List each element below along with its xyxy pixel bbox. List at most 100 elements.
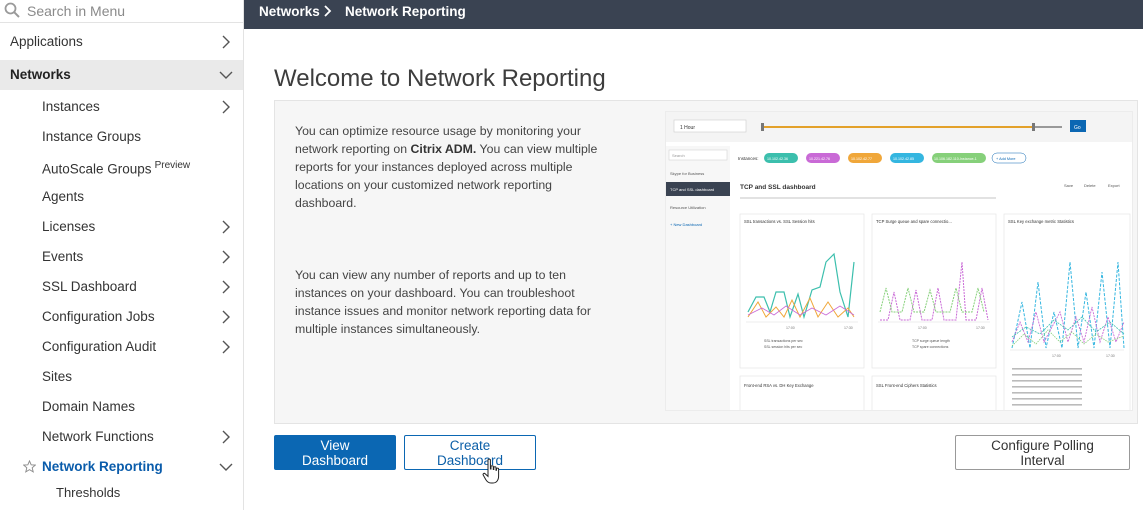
preview-range-text: 1 Hour (680, 125, 695, 131)
chevron-right-icon (222, 100, 230, 114)
sidebar-item-autoscale-groups[interactable]: AutoScale Groups Preview (0, 153, 243, 183)
sidebar-item-thresholds[interactable]: Thresholds (0, 478, 243, 508)
sidebar-item-label: Applications (10, 34, 83, 49)
sidebar-item-label: Instance Groups (42, 129, 142, 144)
preview-nav-text: Resource Utilization (670, 205, 706, 210)
preview-nav-text: TCP and SSL dashboard (670, 187, 714, 192)
preview-chart-title: SSL Front-end Ciphers Statistics (876, 383, 937, 388)
sidebar-item-label-wrap: AutoScale Groups Preview (42, 160, 190, 177)
sidebar-item-label: Domain Names (42, 399, 136, 414)
preview-legend: SSL session hits per sec (764, 345, 802, 349)
create-dashboard-button[interactable]: Create Dashboard (404, 435, 536, 470)
preview-legend: SSL transactions per sec (764, 339, 803, 343)
menu-search (0, 0, 243, 23)
breadcrumb: Networks Network Reporting (244, 0, 1143, 29)
preview-search-text: Search (672, 153, 685, 158)
sidebar-item-label: Configuration Jobs (42, 309, 155, 324)
preview-legend-line (1012, 380, 1082, 382)
preview-chart-card (871, 375, 997, 410)
preview-chip-text: 10.102.42.77 (851, 157, 872, 161)
preview-nav-text: Skype for Business (670, 171, 704, 176)
preview-dash-title: TCP and SSL dashboard (740, 184, 816, 191)
sidebar-item-label: Configuration Audit (42, 339, 157, 354)
sidebar-item-label: AutoScale Groups (42, 161, 152, 177)
preview-tick: 17:30 (844, 326, 853, 330)
chevron-right-icon (222, 340, 230, 354)
preview-tick: 17:30 (976, 326, 985, 330)
preview-legend-line (1012, 398, 1082, 400)
preview-legend-line (1012, 386, 1082, 388)
chevron-down-icon (219, 71, 233, 79)
preview-chip-text: 10.102.42.36 (767, 157, 788, 161)
sidebar-item-sites[interactable]: Sites (0, 362, 243, 392)
preview-save: Save (1064, 183, 1074, 188)
sidebar-item-configuration-jobs[interactable]: Configuration Jobs (0, 302, 243, 332)
preview-legend-line (1012, 374, 1082, 376)
chevron-right-icon (222, 35, 230, 49)
preview-badge: Preview (154, 160, 191, 171)
preview-tick: 17:00 (1052, 354, 1061, 358)
sidebar-item-instance-groups[interactable]: Instance Groups (0, 122, 243, 152)
sidebar: Applications Networks Instances Instance… (0, 0, 244, 510)
sidebar-item-ssl-dashboard[interactable]: SSL Dashboard (0, 272, 243, 302)
sidebar-item-label: Network Reporting (42, 459, 163, 474)
preview-chart-card (739, 375, 865, 410)
sidebar-item-label: Networks (10, 67, 71, 82)
chevron-right-icon (222, 310, 230, 324)
preview-tick: 17:00 (918, 326, 927, 330)
sidebar-item-network-functions[interactable]: Network Functions (0, 422, 243, 452)
sidebar-item-applications[interactable]: Applications (0, 27, 243, 57)
preview-chart-title: TCP Surge queue and spare connectio... (876, 219, 952, 224)
sidebar-item-networks[interactable]: Networks (0, 60, 243, 90)
preview-export: Export (1108, 183, 1120, 188)
sidebar-item-label: Instances (42, 99, 100, 114)
view-dashboard-button[interactable]: View Dashboard (274, 435, 396, 470)
sidebar-item-events[interactable]: Events (0, 242, 243, 272)
preview-legend-line (1012, 392, 1082, 394)
preview-chip-text: 10.106.182.110-Instance-1 (934, 157, 977, 161)
sidebar-item-label: Licenses (42, 219, 96, 234)
sidebar-item-configuration-audit[interactable]: Configuration Audit (0, 332, 243, 362)
chevron-down-icon (219, 463, 233, 471)
preview-chip-text: 10.221.42.76 (809, 157, 830, 161)
star-icon[interactable] (23, 460, 36, 473)
sidebar-item-label: Sites (42, 369, 73, 384)
intro-paragraph-1: You can optimize resource usage by monit… (295, 122, 615, 212)
dashboard-preview-svg: 1 Hour Go Search Skype for Business TCP … (666, 112, 1132, 410)
sidebar-item-label: Network Functions (42, 429, 154, 444)
configure-polling-interval-button[interactable]: Configure Polling Interval (955, 435, 1130, 470)
preview-tick: 17:00 (786, 326, 795, 330)
preview-tick: 17:30 (1106, 354, 1115, 358)
search-input[interactable] (27, 2, 227, 20)
preview-new-dashboard: + New Dashboard (670, 222, 702, 227)
sidebar-item-label: Events (42, 249, 84, 264)
search-icon (4, 2, 20, 18)
chevron-right-icon (324, 5, 332, 17)
intro-panel: You can optimize resource usage by monit… (274, 100, 1138, 424)
preview-legend: TCP surge queue length (912, 339, 950, 343)
preview-chart-title: Front-end RSA vs. DH Key Exchange (744, 383, 814, 388)
preview-instances-label: Instances: (738, 156, 759, 161)
preview-delete: Delete (1084, 183, 1096, 188)
chevron-right-icon (222, 430, 230, 444)
preview-legend: TCP spare connections (912, 345, 949, 349)
chevron-right-icon (222, 220, 230, 234)
preview-slider-handle (1032, 123, 1035, 131)
chevron-right-icon (222, 280, 230, 294)
preview-go-text: Go (1074, 125, 1081, 131)
app-root: Applications Networks Instances Instance… (0, 0, 1143, 510)
preview-add-more-text: + Add More (996, 157, 1016, 161)
sidebar-item-instances[interactable]: Instances (0, 92, 243, 122)
sidebar-item-agents[interactable]: Agents (0, 182, 243, 212)
preview-legend-line (1012, 368, 1082, 370)
sidebar-item-domain-names[interactable]: Domain Names (0, 392, 243, 422)
preview-chart-title: SSL transactions vs. SSL Session hits (744, 219, 815, 224)
breadcrumb-networks[interactable]: Networks (259, 4, 320, 19)
brand-name: Citrix ADM. (410, 142, 477, 156)
sidebar-item-label: SSL Dashboard (42, 279, 137, 294)
sidebar-item-licenses[interactable]: Licenses (0, 212, 243, 242)
chevron-right-icon (222, 250, 230, 264)
hand-cursor-icon (482, 458, 500, 484)
page-title: Welcome to Network Reporting (274, 65, 606, 92)
preview-legend-line (1012, 404, 1082, 406)
